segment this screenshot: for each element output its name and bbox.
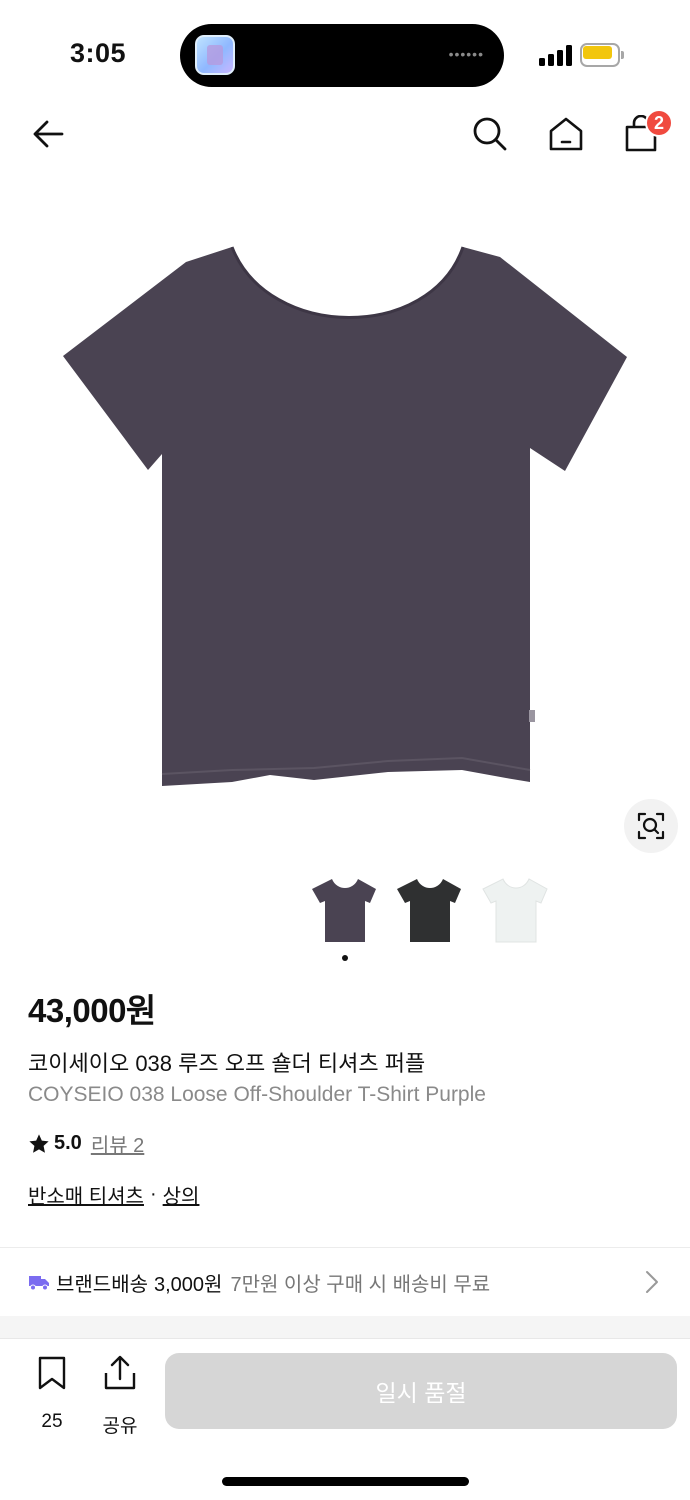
battery-icon <box>580 43 624 67</box>
home-icon <box>549 117 583 151</box>
carousel-indicator <box>342 955 348 961</box>
status-time: 3:05 <box>70 38 127 68</box>
product-main-image[interactable] <box>0 190 690 860</box>
review-link[interactable]: 리뷰 2 <box>91 1129 144 1158</box>
star-icon <box>29 1133 49 1153</box>
rating-score: 5.0 <box>54 1132 82 1154</box>
thumbnail-purple[interactable] <box>310 875 380 945</box>
bottom-action-bar: 25 공유 일시 품절 <box>0 1338 690 1500</box>
product-category: 반소매 티셔츠 · 상의 <box>28 1180 199 1209</box>
app-activity-icon <box>195 35 235 75</box>
home-button[interactable] <box>542 110 590 158</box>
cart-count-badge: 2 <box>645 109 673 137</box>
shipping-fee: 3,000원 <box>154 1273 223 1296</box>
status-bar: 3:05 •••••• <box>0 0 690 100</box>
free-shipping-condition: 7만원 이상 구매 시 배송비 무료 <box>230 1273 491 1296</box>
truck-icon <box>29 1276 49 1291</box>
share-button[interactable]: 공유 <box>97 1355 143 1437</box>
home-indicator[interactable] <box>222 1477 469 1486</box>
bookmark-icon <box>38 1356 66 1390</box>
category-link-short-sleeve[interactable]: 반소매 티셔츠 <box>28 1180 144 1209</box>
dynamic-island: •••••• <box>180 24 504 87</box>
thumbnail-white[interactable] <box>481 875 551 945</box>
product-rating: 5.0 리뷰 2 <box>28 1129 144 1158</box>
product-price: 43,000원 <box>28 992 156 1029</box>
share-label: 공유 <box>102 1416 138 1437</box>
shipping-type: 브랜드배송 <box>56 1273 148 1296</box>
image-search-icon <box>637 812 665 840</box>
search-button[interactable] <box>466 110 514 158</box>
like-count: 25 <box>41 1411 63 1432</box>
category-link-tops[interactable]: 상의 <box>163 1180 200 1209</box>
share-icon <box>104 1355 136 1390</box>
section-spacer <box>0 1316 690 1338</box>
chevron-right-icon <box>646 1271 658 1293</box>
thumbnail-charcoal[interactable] <box>395 875 465 945</box>
back-button[interactable] <box>24 110 72 158</box>
product-name-english: COYSEIO 038 Loose Off-Shoulder T-Shirt P… <box>28 1083 486 1106</box>
shipping-info-row[interactable]: 브랜드배송 3,000원 7만원 이상 구매 시 배송비 무료 <box>0 1248 690 1316</box>
like-button[interactable]: 25 <box>30 1355 74 1432</box>
search-icon <box>473 117 507 151</box>
product-name-korean: 코이세이오 038 루즈 오프 숄더 티셔츠 퍼플 <box>28 1051 426 1076</box>
sold-out-button[interactable]: 일시 품절 <box>165 1353 677 1429</box>
back-arrow-icon <box>33 120 64 148</box>
image-search-button[interactable] <box>624 799 678 853</box>
category-separator: · <box>149 1183 157 1205</box>
cellular-signal-icon <box>539 44 572 66</box>
top-nav <box>0 100 690 170</box>
activity-dots-icon: •••••• <box>448 46 484 62</box>
